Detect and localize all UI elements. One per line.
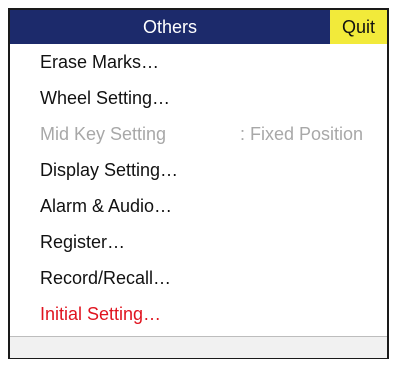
menu-item-label: Display Setting…: [40, 160, 179, 180]
menu-item-record-recall[interactable]: Record/Recall…: [10, 260, 387, 296]
others-menu-window: Others Quit Erase Marks… Wheel Setting… …: [8, 8, 389, 359]
menu-item-initial-setting[interactable]: Initial Setting…: [10, 296, 387, 332]
mid-key-setting-value: : Fixed Position: [240, 124, 364, 144]
menu-item-label: Erase Marks…: [40, 52, 160, 72]
menu-item-alarm-audio[interactable]: Alarm & Audio…: [10, 188, 387, 224]
menu-item-mid-key-setting: Mid Key Setting : Fixed Position: [10, 116, 387, 152]
quit-button[interactable]: Quit: [330, 10, 387, 44]
menu-item-label: Initial Setting…: [40, 304, 162, 324]
menu-item-label: Alarm & Audio…: [40, 196, 173, 216]
menu-item-label: Wheel Setting…: [40, 88, 171, 108]
menu-item-label: Record/Recall…: [40, 268, 172, 288]
menu-item-display-setting[interactable]: Display Setting…: [10, 152, 387, 188]
menu-item-register[interactable]: Register…: [10, 224, 387, 260]
menu-item-erase-marks[interactable]: Erase Marks…: [10, 44, 387, 80]
menu-item-label: Mid Key Setting: [40, 124, 167, 144]
menu-item-label: Register…: [40, 232, 126, 252]
menu-list: Erase Marks… Wheel Setting… Mid Key Sett…: [10, 44, 387, 332]
menu-title: Others: [142, 17, 198, 37]
menu-header: Others Quit: [10, 10, 387, 44]
menu-item-wheel-setting[interactable]: Wheel Setting…: [10, 80, 387, 116]
guidance-strip: [10, 336, 387, 358]
